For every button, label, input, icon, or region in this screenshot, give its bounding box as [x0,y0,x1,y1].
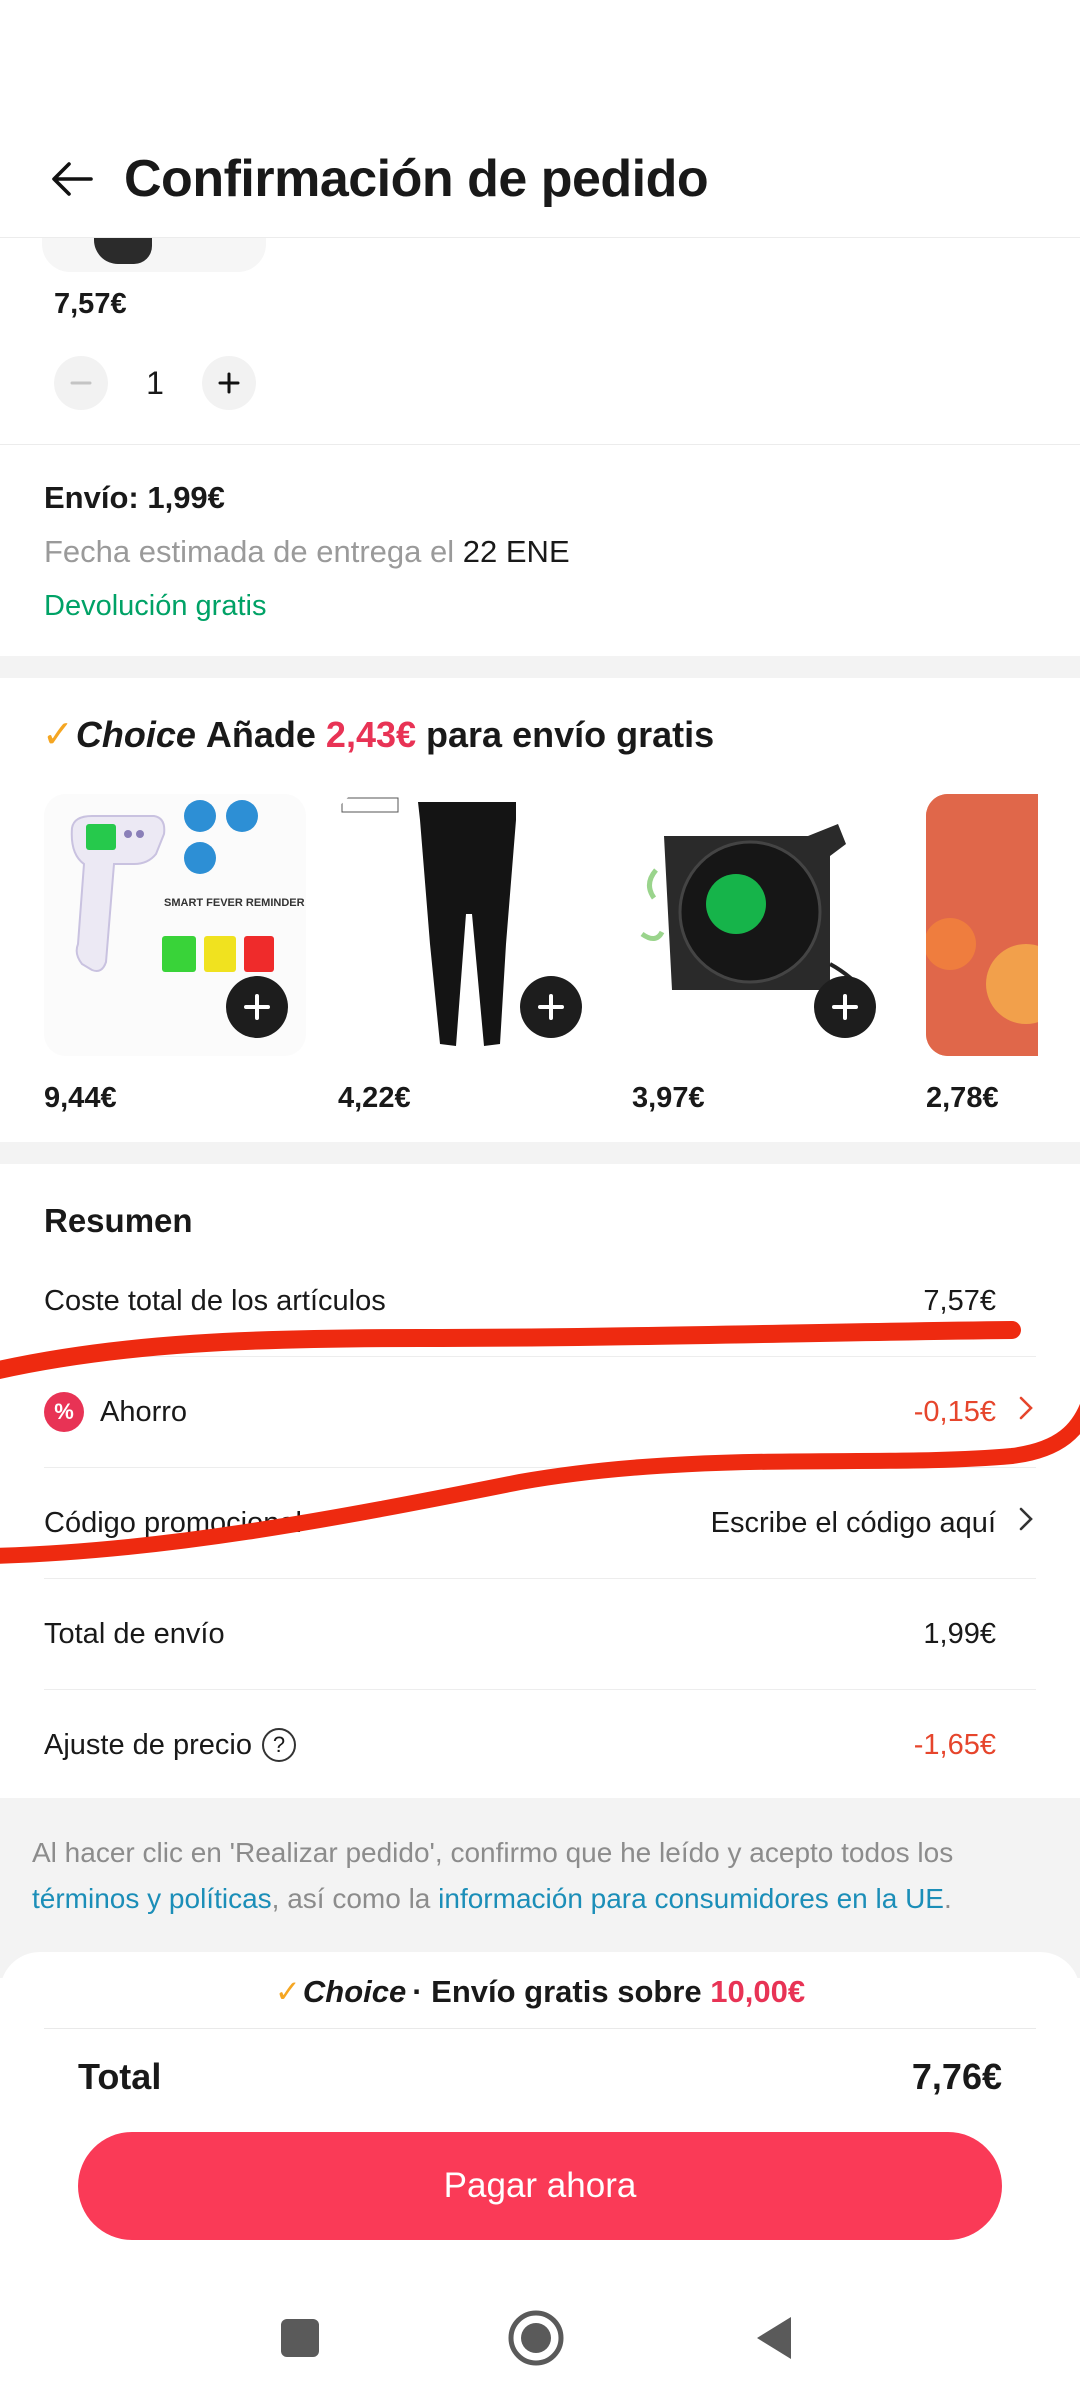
order-total-label: Total [78,2056,162,2097]
increase-quantity-button[interactable] [202,356,256,410]
items-total-label: Coste total de los artículos [44,1284,386,1317]
chevron-right-icon [1000,1395,1036,1429]
triangle-back-icon [757,2317,791,2359]
shipping-total-value: 1,99€ [923,1617,996,1650]
delivery-estimate-prefix: Fecha estimada de entrega el [44,534,455,569]
orange-product-image[interactable] [926,794,1038,1056]
promo-code-label: Código promocional [44,1506,302,1539]
price-adjustment-row: Ajuste de precio ? -1,65€ [44,1690,1036,1800]
choice-brand: Choice [302,1974,407,2009]
minus-icon [70,381,92,385]
arrow-left-icon [52,161,93,196]
product-price: 7,57€ [54,288,127,320]
product-card[interactable]: 2,78€ [926,794,1038,1114]
choice-promo-text-before: Añade [205,713,316,755]
recommended-products-carousel[interactable]: SMART FEVER REMINDER 9,44€ 4,22€ 3,97€ 2… [44,794,1038,1114]
plus-icon [538,994,564,1020]
eu-consumer-info-link[interactable]: información para consumidores en la UE [438,1883,944,1914]
thermometer-image[interactable]: SMART FEVER REMINDER [44,794,306,1056]
add-to-cart-button[interactable] [226,976,288,1038]
choice-promo-amount: 2,43€ [325,713,417,755]
product-card-price: 4,22€ [338,1082,411,1114]
legal-text: , así como la [271,1883,439,1914]
usb-fan-image[interactable] [632,794,894,1056]
decrease-quantity-button[interactable] [54,356,108,410]
product-card-price: 3,97€ [632,1082,705,1114]
plus-icon [244,994,270,1020]
svg-text:SMART FEVER REMINDER: SMART FEVER REMINDER [164,897,305,909]
delivery-date: 22 ENE [462,534,570,569]
pay-now-button[interactable]: Pagar ahora [78,2132,1002,2240]
choice-check-icon: ✓ [274,1974,301,2009]
delivery-estimate: Fecha estimada de entrega el 22 ENE [44,534,570,570]
shipping-info: Envío: 1,99€ Fecha estimada de entrega e… [44,480,570,623]
choice-promo-text-after: para envío gratis [426,713,715,755]
product-card-price: 9,44€ [44,1082,117,1114]
home-button[interactable] [506,2308,566,2368]
price-adjustment-value: -1,65€ [913,1728,996,1761]
app-header: Confirmación de pedido [0,120,1080,238]
price-adjustment-label: Ajuste de precio [44,1728,252,1761]
system-navigation-bar [0,2270,1080,2400]
square-icon [281,2319,319,2357]
shipping-cost: Envío: 1,99€ [44,480,225,515]
discount-badge-icon: % [44,1392,84,1432]
summary-title: Resumen [44,1202,193,1239]
product-card[interactable]: 3,97€ [632,794,894,1114]
back-button[interactable] [38,145,106,213]
choice-promo-heading: ✓ Choice Añade 2,43€ para envío gratis [42,712,714,757]
product-image[interactable] [42,238,266,272]
divider [44,2028,1036,2029]
items-total-value: 7,57€ [923,1284,996,1317]
shipping-total-label: Total de envío [44,1617,225,1650]
legal-text: . [943,1883,952,1914]
quantity-stepper: 1 [54,356,256,410]
recent-apps-button[interactable] [270,2308,330,2368]
page-title: Confirmación de pedido [124,149,709,208]
free-shipping-text: · Envío gratis sobre [412,1974,702,2009]
free-return-label: Devolución gratis [44,590,267,622]
quantity-value[interactable]: 1 [108,365,202,402]
product-card[interactable]: 4,22€ [338,794,600,1114]
saving-value: -0,15€ [913,1395,996,1428]
home-circle-icon [508,2310,564,2366]
product-card-price: 2,78€ [926,1082,999,1114]
leggings-image[interactable] [338,794,600,1056]
shipping-total-row: Total de envío 1,99€ [44,1579,1036,1689]
saving-row[interactable]: % Ahorro -0,15€ [44,1357,1036,1467]
divider [0,444,1080,445]
order-total-row: Total 7,76€ [78,2056,1002,2098]
terms-link[interactable]: términos y políticas [32,1883,272,1914]
free-shipping-threshold: ✓Choice · Envío gratis sobre 10,00€ [0,1974,1080,2010]
choice-check-icon: ✓ [42,714,74,756]
product-card[interactable]: SMART FEVER REMINDER 9,44€ [44,794,306,1114]
items-total-row: Coste total de los artículos 7,57€ [44,1246,1036,1356]
plus-icon [832,994,858,1020]
plus-icon [218,372,240,394]
back-nav-button[interactable] [744,2308,804,2368]
status-bar [0,0,1080,120]
help-icon[interactable]: ? [261,1728,296,1762]
section-gap [0,656,1080,678]
section-gap [0,1142,1080,1164]
legal-notice: Al hacer clic en 'Realizar pedido', conf… [32,1830,1048,1922]
chevron-right-icon [1000,1506,1036,1540]
promo-code-row[interactable]: Código promocional Escribe el código aqu… [44,1468,1036,1578]
choice-brand: Choice [75,713,196,755]
legal-text: Al hacer clic en 'Realizar pedido', conf… [32,1837,954,1868]
add-to-cart-button[interactable] [814,976,876,1038]
add-to-cart-button[interactable] [520,976,582,1038]
order-total-value: 7,76€ [911,2056,1002,2097]
saving-label: Ahorro [100,1395,188,1428]
free-shipping-amount: 10,00€ [710,1974,806,2009]
promo-code-input[interactable]: Escribe el código aquí [711,1507,996,1540]
